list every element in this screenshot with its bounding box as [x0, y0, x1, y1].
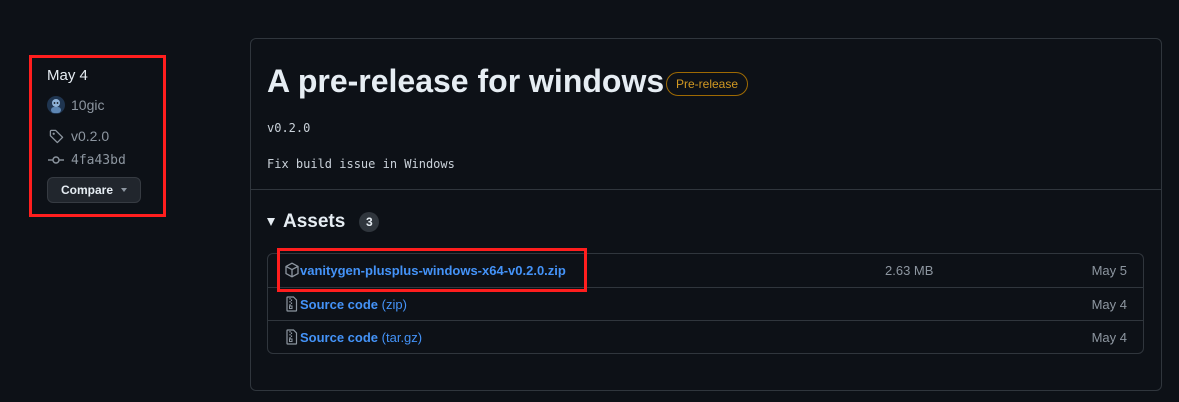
release-card: A pre-release for windows Pre-release v0… [250, 38, 1162, 391]
release-tag: v0.2.0 [267, 121, 311, 135]
commit-link[interactable]: 4fa43bd [47, 149, 162, 171]
asset-date: May 4 [1091, 297, 1127, 312]
asset-row[interactable]: vanitygen-plusplus-windows-x64-v0.2.0.zi… [268, 254, 1143, 287]
source-zip-link[interactable]: Source code (zip) [300, 297, 407, 312]
tag-name: v0.2.0 [71, 128, 110, 144]
asset-date: May 5 [1091, 263, 1127, 278]
avatar [47, 96, 65, 114]
tag-icon [47, 127, 65, 145]
asset-row[interactable]: Source code (tar.gz) May 4 [268, 320, 1143, 354]
commit-sha: 4fa43bd [71, 152, 126, 168]
release-title[interactable]: A pre-release for windows [267, 63, 664, 100]
file-zip-icon [284, 296, 300, 312]
zip-suffix: (zip) [381, 297, 407, 312]
asset-date: May 4 [1091, 330, 1127, 345]
prerelease-badge: Pre-release [666, 72, 749, 96]
source-targz-link[interactable]: Source code (tar.gz) [300, 330, 422, 345]
package-icon [284, 262, 300, 278]
triangle-down-icon [267, 218, 275, 226]
divider [251, 189, 1161, 190]
author-name: 10gic [71, 97, 105, 113]
commit-icon [47, 151, 65, 169]
compare-label: Compare [60, 183, 113, 197]
caret-down-icon [121, 188, 127, 192]
source-code-label: Source code [300, 297, 379, 312]
asset-link[interactable]: vanitygen-plusplus-windows-x64-v0.2.0.zi… [300, 263, 566, 278]
asset-row[interactable]: Source code (zip) May 4 [268, 287, 1143, 321]
assets-list: vanitygen-plusplus-windows-x64-v0.2.0.zi… [267, 253, 1144, 354]
assets-toggle[interactable]: Assets 3 [267, 211, 380, 233]
source-code-label: Source code [300, 330, 379, 345]
release-notes: Fix build issue in Windows [267, 157, 455, 171]
compare-button[interactable]: Compare [47, 177, 141, 203]
author-link[interactable]: 10gic [47, 94, 162, 116]
file-zip-icon [284, 329, 300, 345]
release-date: May 4 [47, 67, 88, 84]
assets-count: 3 [359, 212, 380, 232]
assets-label: Assets [283, 211, 346, 232]
release-sidebar: May 4 10gic v0.2.0 4fa43bd Compare [47, 66, 162, 203]
tag-link[interactable]: v0.2.0 [47, 125, 162, 147]
asset-size: 2.63 MB [885, 263, 934, 278]
targz-suffix: (tar.gz) [381, 330, 423, 345]
